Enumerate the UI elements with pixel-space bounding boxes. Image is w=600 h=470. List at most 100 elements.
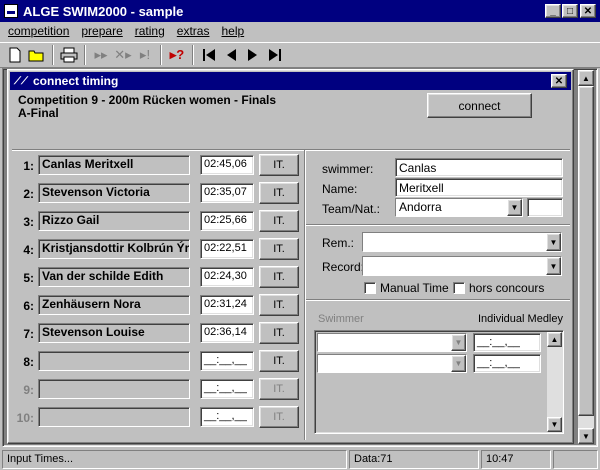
lane-swimmer-name[interactable]: Zenhäusern Nora [38, 295, 190, 315]
lane-number: 2: [23, 187, 34, 201]
lane-time-field[interactable]: 02:22,51 [200, 239, 254, 259]
lane-row: 7: Stevenson Louise 02:36,14 IT. [8, 322, 304, 346]
lane-it-button[interactable]: IT. [259, 294, 299, 316]
lane-swimmer-name[interactable] [38, 379, 190, 399]
cross-split-icon[interactable]: ✕▸ [112, 44, 134, 66]
medley-scrollbar[interactable]: ▲ ▼ [547, 332, 562, 432]
lane-time-field[interactable]: 02:35,07 [200, 183, 254, 203]
lane-time-field[interactable]: __:__,__ [200, 351, 254, 371]
lane-time-field[interactable]: 02:45,06 [200, 155, 254, 175]
lane-swimmer-name[interactable]: Rizzo Gail [38, 211, 190, 231]
manual-time-label: Manual Time [380, 281, 449, 295]
help-cursor-icon[interactable]: ▸? [166, 44, 188, 66]
chevron-down-icon[interactable]: ▼ [507, 199, 522, 216]
lane-it-button[interactable]: IT. [259, 154, 299, 176]
menu-rating[interactable]: rating [135, 24, 165, 39]
last-icon[interactable] [264, 44, 286, 66]
lane-swimmer-name[interactable]: Van der schilde Edith [38, 267, 190, 287]
lane-time-field[interactable]: 02:25,66 [200, 211, 254, 231]
chevron-down-icon[interactable]: ▼ [451, 355, 466, 372]
close-button[interactable]: ✕ [580, 4, 596, 18]
prev-icon[interactable] [220, 44, 242, 66]
lane-time-field[interactable]: __:__,__ [200, 407, 254, 427]
child-title: connect timing [33, 74, 119, 88]
scroll-up-icon[interactable]: ▲ [547, 332, 562, 347]
menu-competition[interactable]: competition [8, 24, 69, 39]
lane-swimmer-name[interactable]: Stevenson Louise [38, 323, 190, 343]
connect-button[interactable]: connect [427, 93, 532, 118]
scroll-down-icon[interactable]: ▼ [547, 417, 562, 432]
lane-number: 9: [23, 383, 34, 397]
medley-swimmer-select[interactable]: ▼ [317, 354, 467, 373]
lane-time-field[interactable]: 02:36,14 [200, 323, 254, 343]
scroll-up-icon[interactable]: ▲ [578, 70, 594, 86]
minimize-button[interactable]: _ [545, 4, 561, 18]
menu-extras[interactable]: extras [177, 24, 210, 39]
first-icon[interactable] [198, 44, 220, 66]
medley-time-field[interactable]: __:__,__ [473, 354, 541, 373]
app-titlebar: ALGE SWIM2000 - sample _ □ ✕ [0, 0, 600, 22]
app-title: ALGE SWIM2000 - sample [23, 3, 184, 19]
lane-swimmer-name[interactable] [38, 407, 190, 427]
menu-prepare[interactable]: prepare [81, 24, 122, 39]
status-clock: 10:47 [481, 450, 551, 469]
lane-it-button[interactable]: IT. [259, 210, 299, 232]
lane-it-button[interactable]: IT. [259, 266, 299, 288]
name-label: Name: [322, 182, 358, 196]
medley-panel: Swimmer Individual Medley ▼ __:__,__ ▼ __:_… [308, 304, 570, 439]
lane-number: 1: [23, 159, 34, 173]
lane-swimmer-name[interactable]: Kristjansdottir Kolbrún Ýr [38, 239, 190, 259]
lane-number: 10: [16, 411, 34, 425]
medley-row: ▼ __:__,__ [317, 354, 545, 373]
lane-row: 10: __:__,__ IT. [8, 406, 304, 430]
lane-time-field[interactable]: 02:31,24 [200, 295, 254, 315]
medley-swimmer-select[interactable]: ▼ [317, 333, 467, 352]
lane-it-button[interactable]: IT. [259, 378, 299, 400]
scroll-thumb[interactable] [578, 86, 594, 416]
menu-help[interactable]: help [221, 24, 244, 39]
medley-event-header: Individual Medley [478, 313, 563, 325]
lane-row: 3: Rizzo Gail 02:25,66 IT. [8, 210, 304, 234]
lane-it-button[interactable]: IT. [259, 322, 299, 344]
split-icon[interactable]: ▸▸ [90, 44, 112, 66]
lane-swimmer-name[interactable] [38, 351, 190, 371]
lane-time-field[interactable]: __:__,__ [200, 379, 254, 399]
exclaim-icon[interactable]: ▸! [134, 44, 156, 66]
chevron-down-icon[interactable]: ▼ [451, 334, 466, 351]
team-select[interactable]: Andorra ▼ [395, 198, 523, 217]
chevron-down-icon[interactable]: ▼ [546, 233, 561, 251]
lane-it-button[interactable]: IT. [259, 182, 299, 204]
scroll-down-icon[interactable]: ▼ [578, 428, 594, 444]
name-field[interactable]: Meritxell [395, 178, 563, 197]
nat-field[interactable] [527, 198, 563, 217]
record-select[interactable]: ▼ [362, 256, 562, 276]
swimmer-field[interactable]: Canlas [395, 158, 563, 177]
lane-number: 6: [23, 299, 34, 313]
lane-swimmer-name[interactable]: Stevenson Victoria [38, 183, 190, 203]
chevron-down-icon[interactable]: ▼ [546, 257, 561, 275]
print-icon[interactable] [58, 44, 80, 66]
lane-it-button[interactable]: IT. [259, 350, 299, 372]
status-data-count: Data:71 [349, 450, 479, 469]
child-close-button[interactable]: ✕ [551, 74, 567, 88]
new-file-icon[interactable] [4, 44, 26, 66]
open-folder-icon[interactable] [26, 44, 48, 66]
medley-row: ▼ __:__,__ [317, 333, 545, 352]
mdi-scrollbar[interactable]: ▲ ▼ [578, 70, 594, 444]
lane-swimmer-name[interactable]: Canlas Meritxell [38, 155, 190, 175]
rem-select[interactable]: ▼ [362, 232, 562, 252]
maximize-button[interactable]: □ [562, 4, 578, 18]
lane-it-button[interactable]: IT. [259, 406, 299, 428]
manual-time-checkbox[interactable] [364, 282, 376, 294]
lane-time-field[interactable]: 02:24,30 [200, 267, 254, 287]
hors-concours-checkbox[interactable] [453, 282, 465, 294]
lane-number: 7: [23, 327, 34, 341]
medley-time-field[interactable]: __:__,__ [473, 333, 541, 352]
rem-label: Rem.: [322, 236, 355, 250]
hors-concours-label: hors concours [469, 281, 545, 295]
next-icon[interactable] [242, 44, 264, 66]
record-label: Record: [322, 260, 365, 274]
connect-timing-window: ⟋⟋ connect timing ✕ Competition 9 - 200m… [7, 69, 574, 444]
lane-it-button[interactable]: IT. [259, 238, 299, 260]
lane-row: 1: Canlas Meritxell 02:45,06 IT. [8, 154, 304, 178]
